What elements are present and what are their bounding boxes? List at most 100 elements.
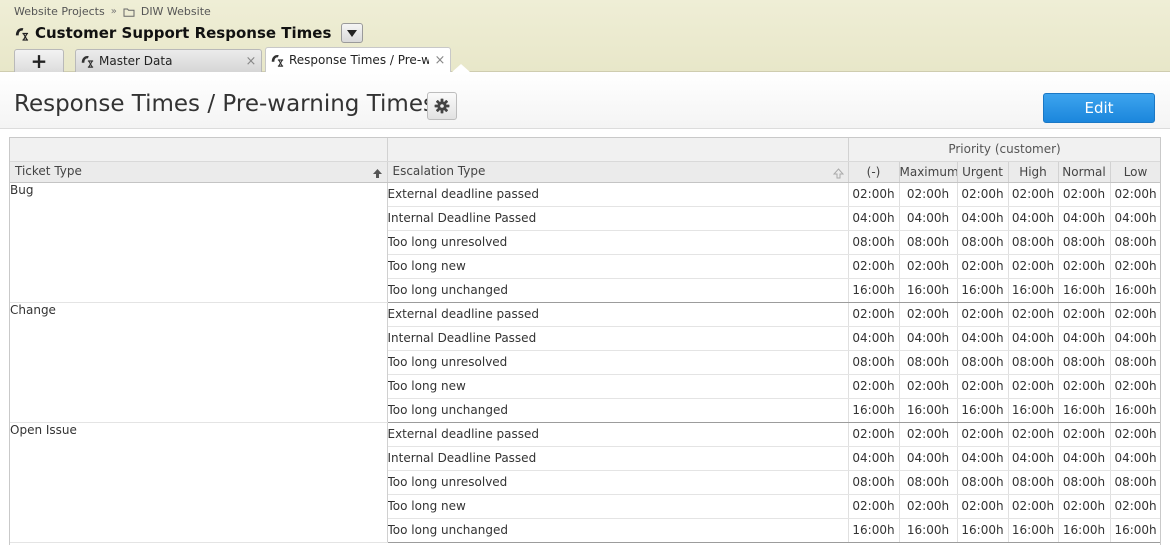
response-time-cell: 02:00h <box>1058 254 1111 279</box>
breadcrumb-root[interactable]: Website Projects <box>14 5 105 18</box>
ticket-type-cell: Bug <box>10 182 388 303</box>
table-row[interactable]: Open Issue External deadline passed 02:00h… <box>10 422 1160 543</box>
response-time-cell: 02:00h <box>848 254 900 279</box>
col-header-label: Escalation Type <box>392 164 486 178</box>
response-time-cell: 02:00h <box>848 182 900 207</box>
escalation-type-cell: Too long unchanged <box>387 398 849 423</box>
col-header-priority-normal[interactable]: Normal <box>1058 161 1111 183</box>
gear-icon <box>434 98 450 114</box>
escalation-type-cell: External deadline passed <box>387 422 849 447</box>
response-time-cell: 04:00h <box>1058 446 1111 471</box>
response-time-cell: 02:00h <box>1008 254 1059 279</box>
response-time-cell: 16:00h <box>1008 518 1059 543</box>
add-tab-button[interactable]: + <box>14 49 64 72</box>
close-tab-icon[interactable]: × <box>245 54 257 69</box>
response-time-cell: 02:00h <box>1110 302 1160 327</box>
table-row[interactable]: Change External deadline passed 02:00h 02:0… <box>10 302 1160 423</box>
tab-response-times[interactable]: Response Times / Pre-warning Times × <box>265 47 451 72</box>
response-time-cell: 04:00h <box>848 206 900 231</box>
escalation-type-cell: Too long unresolved <box>387 350 849 375</box>
col-header-priority-high[interactable]: High <box>1008 161 1059 183</box>
edit-button[interactable]: Edit <box>1043 93 1155 123</box>
response-time-cell: 02:00h <box>848 302 900 327</box>
escalation-type-cell: Too long unresolved <box>387 230 849 255</box>
response-time-cell: 16:00h <box>848 278 900 303</box>
tab-bar: + Master Data × Response Times / Pre-war… <box>14 47 451 72</box>
response-time-cell: 02:00h <box>1058 182 1111 207</box>
ticket-type-cell: Change <box>10 302 388 423</box>
escalation-type-cell: External deadline passed <box>387 302 849 327</box>
response-time-cell: 02:00h <box>1008 494 1059 519</box>
settings-button[interactable] <box>427 92 457 120</box>
tab-label: Response Times / Pre-warning Times <box>289 53 429 67</box>
project-menu-button[interactable] <box>341 23 364 43</box>
header-row: Ticket Type Escalation Type (-) Maximum … <box>10 161 1160 183</box>
response-time-cell: 08:00h <box>1008 470 1059 495</box>
response-time-cell: 04:00h <box>1058 326 1111 351</box>
response-time-cell: 08:00h <box>899 350 958 375</box>
close-tab-icon[interactable]: × <box>434 53 446 68</box>
header-spacer <box>10 138 388 162</box>
response-time-cell: 16:00h <box>957 278 1009 303</box>
response-time-cell: 08:00h <box>1110 350 1160 375</box>
header-spacer <box>387 138 849 162</box>
response-time-cell: 02:00h <box>1058 422 1111 447</box>
col-header-ticket-type[interactable]: Ticket Type <box>10 161 388 183</box>
response-time-cell: 04:00h <box>1110 326 1160 351</box>
response-time-cell: 16:00h <box>848 398 900 423</box>
response-time-cell: 16:00h <box>1008 398 1059 423</box>
table-row[interactable]: Bug External deadline passed 02:00h 02:00h 0… <box>10 182 1160 303</box>
escalation-type-cell: External deadline passed <box>387 182 849 207</box>
response-time-cell: 08:00h <box>1110 470 1160 495</box>
col-header-escalation-type[interactable]: Escalation Type <box>387 161 849 183</box>
ticket-type-cell: Open Issue <box>10 422 388 543</box>
col-header-priority-maximum[interactable]: Maximum <box>899 161 958 183</box>
project-title: Customer Support Response Times <box>14 22 364 44</box>
response-time-cell: 16:00h <box>1058 518 1111 543</box>
response-time-cell: 04:00h <box>1008 206 1059 231</box>
response-time-cell: 02:00h <box>1008 422 1059 447</box>
response-time-cell: 08:00h <box>1008 230 1059 255</box>
response-time-cell: 02:00h <box>899 302 958 327</box>
col-header-priority-low[interactable]: Low <box>1110 161 1160 183</box>
response-time-cell: 02:00h <box>848 494 900 519</box>
response-time-cell: 02:00h <box>1008 182 1059 207</box>
col-header-priority-urgent[interactable]: Urgent <box>957 161 1009 183</box>
response-time-cell: 02:00h <box>957 374 1009 399</box>
response-time-cell: 16:00h <box>1058 398 1111 423</box>
response-time-cell: 04:00h <box>899 206 958 231</box>
response-time-cell: 04:00h <box>848 326 900 351</box>
support-clock-icon <box>15 27 29 41</box>
sort-arrow-icon[interactable] <box>832 168 844 179</box>
response-time-cell: 16:00h <box>899 398 958 423</box>
response-time-cell: 04:00h <box>1110 206 1160 231</box>
breadcrumb-separator: » <box>110 6 117 17</box>
priority-group-header: Priority (customer) <box>848 138 1160 162</box>
folder-icon <box>123 8 135 17</box>
response-time-cell: 08:00h <box>1058 350 1111 375</box>
response-time-cell: 02:00h <box>899 254 958 279</box>
response-time-cell: 04:00h <box>957 206 1009 231</box>
response-time-cell: 02:00h <box>957 422 1009 447</box>
project-title-text: Customer Support Response Times <box>35 24 332 42</box>
response-time-cell: 08:00h <box>957 350 1009 375</box>
col-header-priority-none[interactable]: (-) <box>848 161 900 183</box>
response-time-cell: 08:00h <box>1058 230 1111 255</box>
sort-arrow-icon[interactable] <box>372 168 383 179</box>
breadcrumb-current[interactable]: DIW Website <box>141 5 211 18</box>
response-time-cell: 16:00h <box>899 518 958 543</box>
escalation-type-cell: Too long new <box>387 374 849 399</box>
response-time-cell: 08:00h <box>899 230 958 255</box>
tab-master-data[interactable]: Master Data × <box>75 49 262 72</box>
response-time-cell: 02:00h <box>957 254 1009 279</box>
response-time-cell: 02:00h <box>1008 374 1059 399</box>
response-times-grid: Priority (customer) Ticket Type Escalati… <box>9 137 1161 545</box>
response-time-cell: 08:00h <box>848 470 900 495</box>
response-time-cell: 02:00h <box>1008 302 1059 327</box>
response-time-cell: 16:00h <box>848 518 900 543</box>
response-time-cell: 16:00h <box>1110 278 1160 303</box>
escalation-type-cell: Internal Deadline Passed <box>387 206 849 231</box>
response-time-cell: 08:00h <box>1058 470 1111 495</box>
response-time-cell: 02:00h <box>1058 374 1111 399</box>
response-time-cell: 16:00h <box>1058 278 1111 303</box>
